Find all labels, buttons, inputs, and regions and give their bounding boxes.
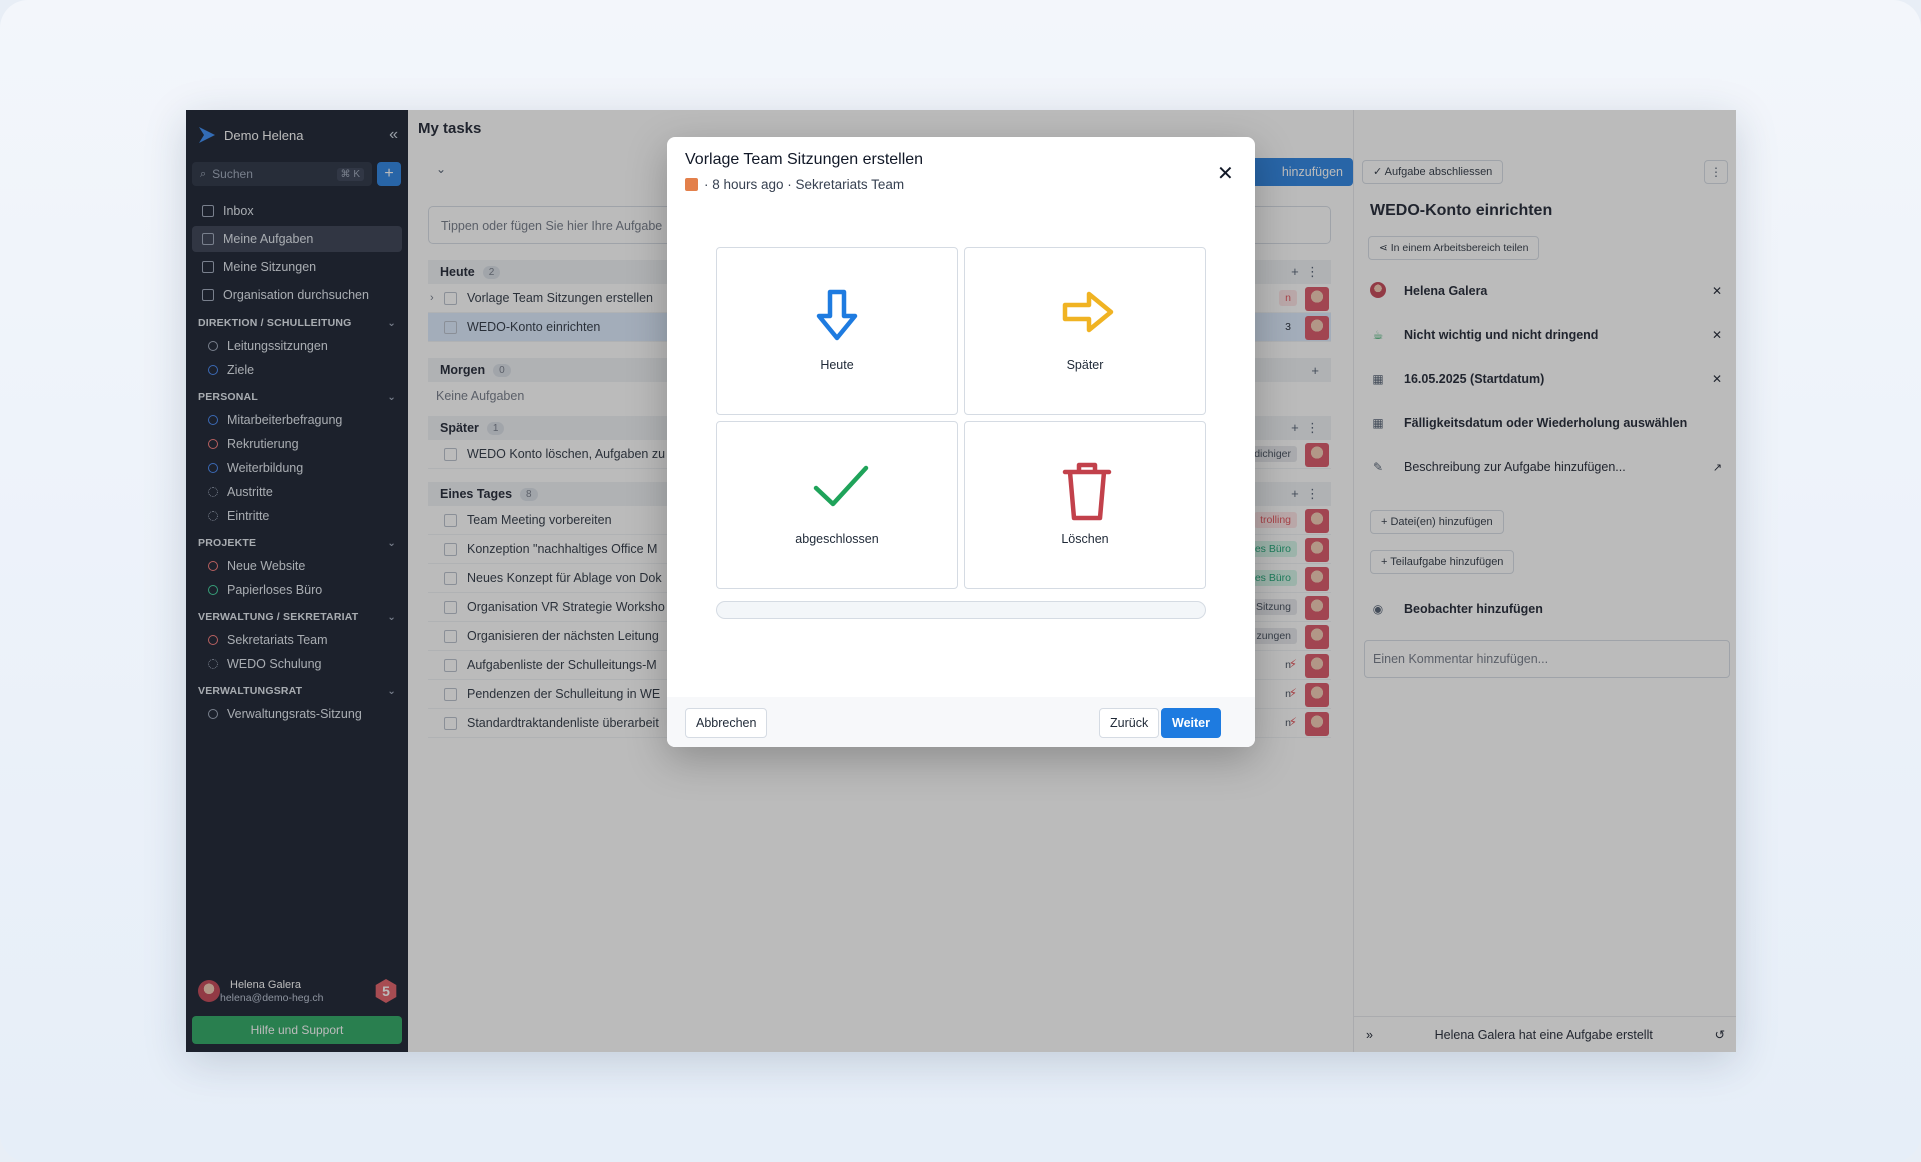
option-label: Später xyxy=(1066,358,1104,372)
dialog-meta: · 8 hours ago · Sekretariats Team xyxy=(704,177,905,192)
option-label: Heute xyxy=(820,358,854,372)
progress-bar xyxy=(716,601,1206,619)
app-window: Demo Helena « ⌕ Suchen ⌘ K + Inbox Meine… xyxy=(186,110,1736,1052)
option-label: Löschen xyxy=(1061,532,1109,546)
checkmark-icon xyxy=(813,465,869,507)
dialog-subtitle: · 8 hours ago · Sekretariats Team xyxy=(685,177,904,192)
back-button[interactable]: Zurück xyxy=(1099,708,1160,738)
arrow-right-icon xyxy=(1062,291,1114,333)
trash-icon xyxy=(1062,462,1112,521)
workspace-color-swatch xyxy=(685,178,698,191)
option-today[interactable]: Heute xyxy=(716,247,958,415)
screen-backdrop: Demo Helena « ⌕ Suchen ⌘ K + Inbox Meine… xyxy=(0,0,1921,1162)
cancel-button[interactable]: Abbrechen xyxy=(685,708,768,738)
option-later[interactable]: Später xyxy=(964,247,1206,415)
option-delete[interactable]: Löschen xyxy=(964,421,1206,589)
task-action-dialog: Vorlage Team Sitzungen erstellen · 8 hou… xyxy=(667,137,1255,747)
option-label: abgeschlossen xyxy=(795,532,879,546)
close-icon[interactable]: ✕ xyxy=(1217,161,1234,186)
next-button[interactable]: Weiter xyxy=(1161,708,1221,738)
arrow-down-icon xyxy=(816,289,858,341)
dialog-title: Vorlage Team Sitzungen erstellen xyxy=(685,151,924,168)
option-done[interactable]: abgeschlossen xyxy=(716,421,958,589)
dialog-footer: Abbrechen Zurück Weiter xyxy=(667,697,1255,747)
